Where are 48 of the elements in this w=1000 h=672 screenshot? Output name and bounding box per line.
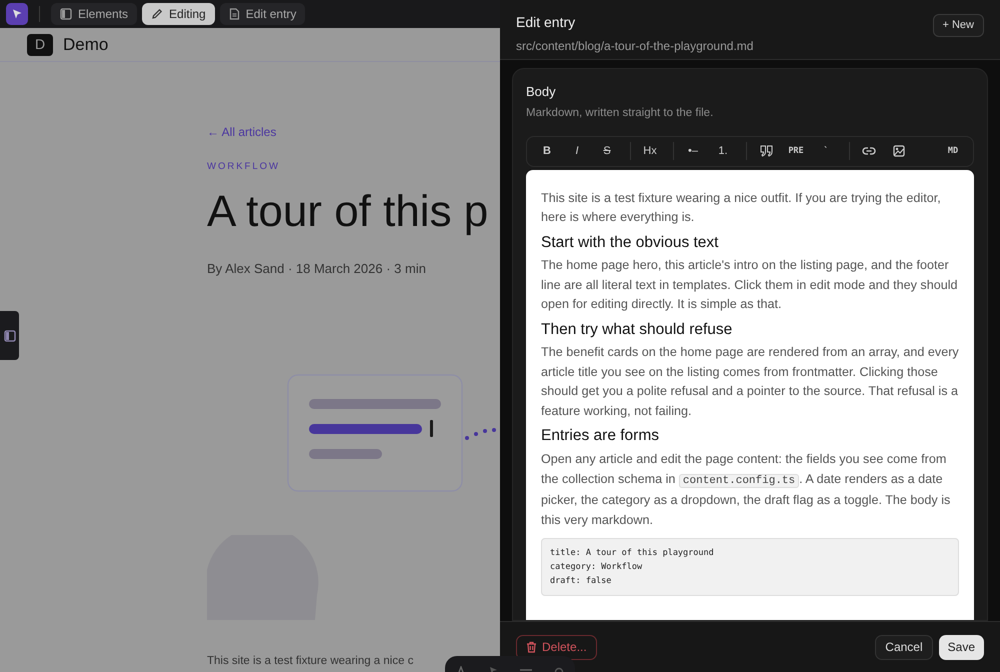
article-category: WORKFLOW xyxy=(207,160,281,174)
save-button[interactable]: Save xyxy=(938,634,984,660)
toolbar-tab[interactable]: Editing xyxy=(142,3,215,25)
markdown-mode-button[interactable]: MD xyxy=(941,140,965,162)
image-icon xyxy=(893,145,905,158)
pointer-icon xyxy=(11,8,23,20)
file-path: src/content/blog/a-tour-of-the-playground.md xyxy=(516,38,754,55)
bold-button[interactable]: B xyxy=(535,140,559,162)
strikethrough-button[interactable]: S xyxy=(595,140,619,162)
new-button[interactable]: + New xyxy=(932,14,984,37)
format-button[interactable]: 1. xyxy=(711,140,735,162)
format-button[interactable]: •– xyxy=(681,140,705,162)
code-line: title: A tour of this playground xyxy=(550,547,715,560)
toolbar-tab[interactable]: Edit entry xyxy=(220,3,306,25)
markdown-editor[interactable] xyxy=(526,170,974,620)
site-logo[interactable]: D xyxy=(27,34,53,56)
pencil-icon xyxy=(151,8,164,20)
code-line: category: Workflow xyxy=(550,561,644,574)
article-title: A tour of this p xyxy=(207,188,490,237)
code-line: draft: false xyxy=(550,575,612,588)
sidebar-icon xyxy=(4,330,16,342)
app-button[interactable] xyxy=(6,3,28,25)
article-byline: By Alex Sand · 18 March 2026 · 3 min xyxy=(207,260,427,278)
heading: Then try what should refuse xyxy=(541,320,734,340)
trash-icon xyxy=(526,641,537,653)
document-icon xyxy=(228,8,240,20)
article-intro: This site is a test fixture wearing a nice c xyxy=(207,654,414,668)
format-button[interactable]: PRE xyxy=(784,140,808,162)
format-button[interactable]: Hx xyxy=(638,140,662,162)
format-button[interactable]: ` xyxy=(814,140,838,162)
heading: Start with the obvious text xyxy=(541,234,720,252)
paragraph: Open any article and edit the page content: the fields you see come from the collection schema in content.config.ts . A date renders as a date picker, the category as a dropdown, the draft flag as a toggle. The body is this very markdown. xyxy=(541,451,952,529)
paragraph: The home page hero, this article's intro on the listing page, and the footer line are all literal text in templates. Click them in edit mode and they should open for editing directly. It is simple as that. xyxy=(541,257,959,314)
field-hint: Markdown, written straight to the file. xyxy=(526,106,714,120)
panel-title: Edit entry xyxy=(516,13,576,32)
site-name: Demo xyxy=(63,34,108,56)
cancel-button[interactable]: Cancel xyxy=(875,634,933,660)
toolbar-tab[interactable]: Elements xyxy=(51,3,138,25)
paragraph: The benefit cards on the home page are rendered from an array, and every article title you see on the listing comes from frontmatter. Clicking those should get you a polite refusal and a pointer to the source. That refusal is a feature working, not failing. xyxy=(541,344,959,420)
heading: Entries are forms xyxy=(541,427,660,446)
inline-code: content.config.ts xyxy=(678,474,800,488)
sidebar-icon xyxy=(60,8,72,20)
link-icon xyxy=(862,146,876,156)
sidebar-toggle[interactable] xyxy=(0,311,19,360)
field-label: Body xyxy=(526,83,557,101)
paragraph: This site is a test fixture wearing a nice outfit. If you are trying the editor, here is where everything is. xyxy=(541,190,942,226)
italic-button[interactable]: I xyxy=(565,140,589,162)
quote-icon xyxy=(760,145,772,158)
